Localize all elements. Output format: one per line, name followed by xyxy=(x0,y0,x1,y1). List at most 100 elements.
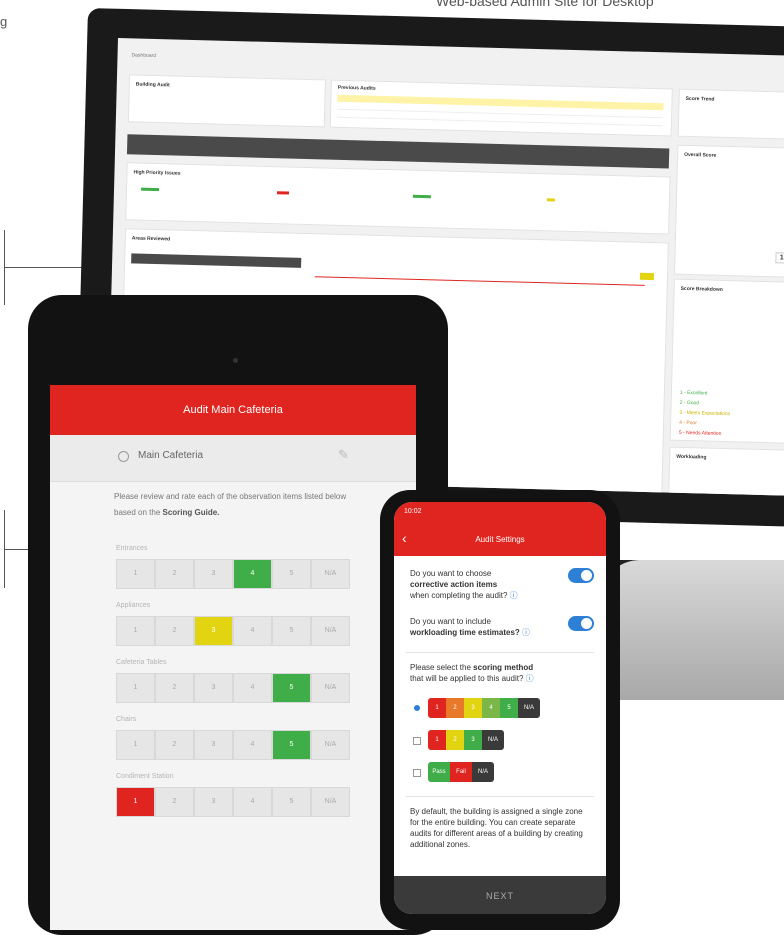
legend-item: 3 - Meets Expectations xyxy=(679,409,731,418)
scale-cell: N/A xyxy=(482,730,504,750)
scale-cell: 4 xyxy=(482,698,500,718)
rating-cell[interactable]: 3 xyxy=(194,616,233,646)
scoring-option-1to3[interactable]: 1 2 3 N/A xyxy=(428,730,504,750)
high-priority-title: High Priority Issues xyxy=(133,169,181,177)
rating-cell[interactable]: N/A xyxy=(311,559,350,589)
q2-bold: workloading time estimates? xyxy=(410,628,520,637)
high-priority-card: High Priority Issues xyxy=(125,162,671,235)
priority-item-green[interactable] xyxy=(141,187,160,192)
info-icon[interactable]: ⓘ xyxy=(510,591,518,600)
status-time: 10:02 xyxy=(404,508,422,515)
scale-cell: N/A xyxy=(472,762,494,782)
rating-cell[interactable]: 1 xyxy=(116,730,155,760)
scale-cell: 2 xyxy=(446,698,464,718)
scale-cell: 1 xyxy=(428,698,446,718)
previous-audits-title: Previous Audits xyxy=(337,84,376,92)
scale-cell: 5 xyxy=(500,698,518,718)
rating-cell[interactable]: 4 xyxy=(233,673,272,703)
scoring-option-radio[interactable] xyxy=(413,769,421,777)
rating-cell[interactable]: 4 xyxy=(233,559,272,589)
q1-lead: Do you want to choose xyxy=(410,569,492,578)
corrective-actions-toggle[interactable] xyxy=(568,568,594,583)
q3-tail: that will be applied to this audit? xyxy=(410,674,524,683)
tablet-camera xyxy=(233,358,238,363)
legend-item: 5 - Needs Attention xyxy=(678,429,722,437)
scoring-method-question: Please select the scoring method that wi… xyxy=(410,662,590,684)
rating-cell[interactable]: N/A xyxy=(311,730,350,760)
divider xyxy=(406,652,594,653)
score-breakdown-title: Score Breakdown xyxy=(680,285,723,293)
rating-cell[interactable]: 2 xyxy=(155,616,194,646)
overall-score-card: Overall Score 100 xyxy=(673,144,784,279)
q2-lead: Do you want to include xyxy=(410,617,491,626)
score-breakdown-card: Score Breakdown 1 - Excellent 2 - Good 3… xyxy=(669,278,784,445)
priority-item-green[interactable] xyxy=(412,194,431,199)
workloading-toggle[interactable] xyxy=(568,616,594,631)
scale-cell: 1 xyxy=(428,730,446,750)
desktop-breadcrumb[interactable]: Dashboard xyxy=(131,52,156,59)
area-list-selected[interactable] xyxy=(131,253,302,268)
scoring-guide-link[interactable]: Scoring Guide. xyxy=(163,508,220,517)
location-pin-icon xyxy=(118,451,129,462)
area-detail-badge xyxy=(639,272,655,281)
rating-cell[interactable]: 2 xyxy=(155,730,194,760)
caption: Web-based Admin Site for Desktop xyxy=(436,0,654,9)
legend-item: 1 - Excellent xyxy=(679,389,708,397)
info-icon[interactable]: ⓘ xyxy=(522,628,530,637)
rating-cell[interactable]: 5 xyxy=(272,559,311,589)
q3-bold: scoring method xyxy=(473,663,534,672)
score-trend-card: Score Trend xyxy=(677,88,784,141)
overall-score-value: 100 xyxy=(775,252,784,264)
q3-lead: Please select the xyxy=(410,663,471,672)
corrective-actions-question: Do you want to choose corrective action … xyxy=(410,568,560,601)
priority-item-red[interactable] xyxy=(276,191,290,195)
rating-cell[interactable]: 1 xyxy=(116,559,155,589)
legend-item: 2 - Good xyxy=(679,399,700,407)
zone-name: Main Cafeteria xyxy=(138,450,204,461)
rating-cell[interactable]: 3 xyxy=(194,673,233,703)
rating-cell[interactable]: 1 xyxy=(116,673,155,703)
previous-audits-card: Previous Audits xyxy=(329,79,673,137)
q1-tail: when completing the audit? xyxy=(410,591,508,600)
rating-cell[interactable]: 4 xyxy=(233,730,272,760)
tablet-instructions: Please review and rate each of the obser… xyxy=(114,489,364,521)
rating-cell[interactable]: 1 xyxy=(116,787,155,817)
next-button[interactable]: NEXT xyxy=(394,876,606,914)
rating-cell[interactable]: 2 xyxy=(155,559,194,589)
rating-cell[interactable]: 5 xyxy=(272,730,311,760)
scoring-option-radio[interactable] xyxy=(413,737,421,745)
zone-row[interactable]: Main Cafeteria ✎ xyxy=(50,435,416,482)
rating-cell[interactable]: 3 xyxy=(194,559,233,589)
rating-cell[interactable]: 1 xyxy=(116,616,155,646)
building-title: Building Audit xyxy=(135,81,170,89)
tablet-header-title: Audit Main Cafeteria xyxy=(50,385,416,435)
rating-cell[interactable]: 3 xyxy=(194,730,233,760)
rating-cell[interactable]: 5 xyxy=(272,673,311,703)
rating-cell[interactable]: N/A xyxy=(311,616,350,646)
question-label: Appliances xyxy=(116,602,151,609)
left-text-fragment: g xyxy=(0,14,8,29)
info-icon[interactable]: ⓘ xyxy=(526,674,534,683)
edit-pencil-icon[interactable]: ✎ xyxy=(338,447,349,463)
scoring-option-radio-selected[interactable] xyxy=(414,705,420,711)
monitor-stand xyxy=(600,560,784,700)
rating-cell[interactable]: N/A xyxy=(311,673,350,703)
q1-bold: corrective action items xyxy=(410,580,498,589)
priority-item-yellow[interactable] xyxy=(546,198,555,202)
scale-cell: Pass xyxy=(428,762,450,782)
rating-cell[interactable]: 4 xyxy=(233,787,272,817)
rating-cell[interactable]: 2 xyxy=(155,787,194,817)
scale-cell: 2 xyxy=(446,730,464,750)
question-label: Chairs xyxy=(116,716,137,723)
rating-cell[interactable]: 5 xyxy=(272,616,311,646)
phone-screen: 10:02 ‹ Audit Settings Do you want to ch… xyxy=(394,502,606,914)
rating-cell[interactable]: 4 xyxy=(233,616,272,646)
scoring-option-pass-fail[interactable]: Pass Fail N/A xyxy=(428,762,494,782)
tablet-screen: Audit Main Cafeteria Main Cafeteria ✎ Pl… xyxy=(50,385,416,930)
rating-cell[interactable]: N/A xyxy=(311,787,350,817)
workloading-card: Workloading xyxy=(668,446,784,496)
scoring-option-1to5[interactable]: 1 2 3 4 5 N/A xyxy=(428,698,540,718)
rating-cell[interactable]: 3 xyxy=(194,787,233,817)
rating-cell[interactable]: 5 xyxy=(272,787,311,817)
rating-cell[interactable]: 2 xyxy=(155,673,194,703)
